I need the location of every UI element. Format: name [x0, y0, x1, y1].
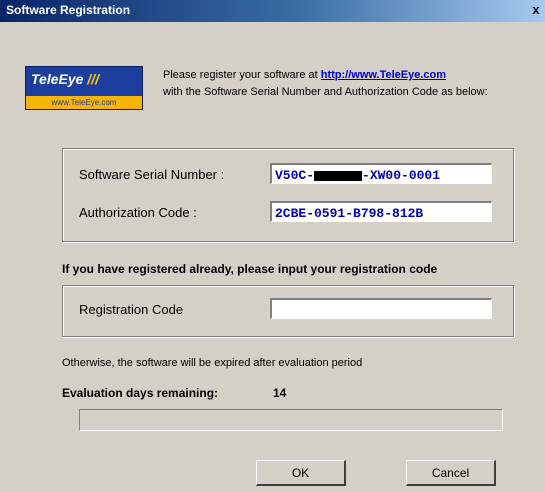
window-title: Software Registration [6, 3, 131, 17]
registration-code-label: Registration Code [79, 302, 184, 317]
registration-code-input[interactable] [270, 298, 492, 319]
title-bar: Software Registration x [0, 0, 545, 22]
logo-website: www.TeleEye.com [26, 96, 142, 109]
cancel-button[interactable]: Cancel [406, 460, 496, 486]
serial-number-suffix: -XW00-0001 [362, 168, 441, 183]
teleeye-logo: TeleEye /// www.TeleEye.com [25, 66, 143, 110]
registered-prompt: If you have registered already, please i… [62, 262, 438, 276]
intro-line-1: Please register your software at http://… [163, 67, 538, 84]
evaluation-days-value: 14 [273, 386, 287, 400]
intro-text: Please register your software at http://… [163, 67, 538, 101]
ok-button[interactable]: OK [256, 460, 346, 486]
authorization-code-field[interactable]: 2CBE-0591-B798-812B [270, 201, 492, 222]
close-icon[interactable]: x [529, 1, 543, 19]
serial-number-field[interactable]: V50C- -XW00-0001 [270, 163, 492, 184]
expiry-note: Otherwise, the software will be expired … [62, 357, 363, 369]
intro-line-1-prefix: Please register your software at [163, 69, 321, 81]
serial-number-label: Software Serial Number : [79, 167, 225, 182]
website-link[interactable]: http://www.TeleEye.com [321, 69, 446, 81]
logo-brand: TeleEye /// [31, 71, 99, 87]
evaluation-progress-bar [79, 409, 503, 431]
authorization-code-label: Authorization Code : [79, 205, 197, 220]
serial-redaction-block [314, 170, 363, 181]
evaluation-days-label: Evaluation days remaining: [62, 386, 219, 400]
serial-number-prefix: V50C- [275, 168, 315, 183]
intro-line-2: with the Software Serial Number and Auth… [163, 86, 488, 98]
